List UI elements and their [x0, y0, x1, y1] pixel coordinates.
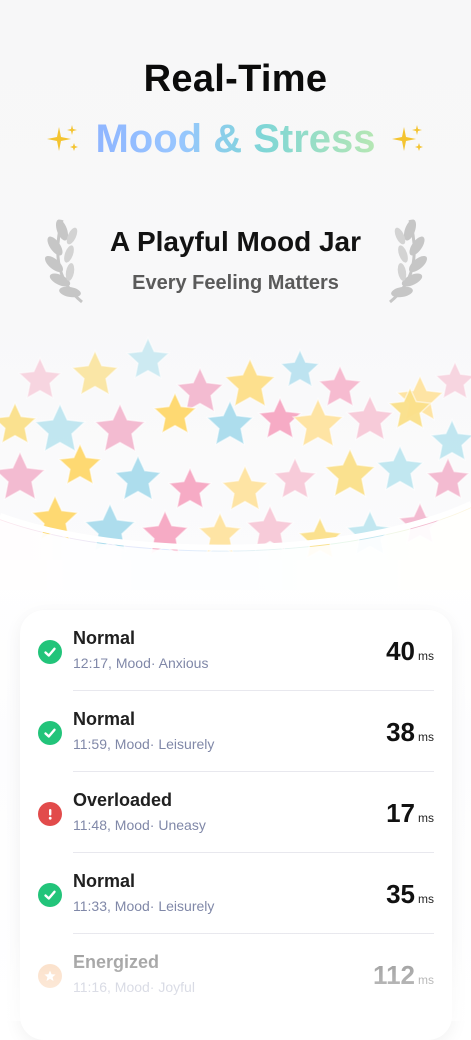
jar-star [429, 418, 471, 462]
list-item-mood: Leisurely [158, 898, 215, 914]
jar-star [17, 356, 63, 400]
list-item-value-number: 112 [373, 960, 415, 990]
list-item-value-number: 40 [386, 636, 415, 666]
list-item[interactable]: Normal 12:17, Mood· Anxious 40 ms [20, 610, 452, 691]
mood-history-card: Normal 12:17, Mood· Anxious 40 ms Normal 11:5… [20, 610, 452, 1040]
list-item-status: Overloaded [73, 790, 173, 810]
sparkle-icon [391, 125, 423, 151]
jar-star [70, 349, 120, 396]
jar-star [167, 466, 213, 510]
jar-star [0, 450, 47, 501]
list-item-value: 38 ms [386, 717, 434, 748]
list-item[interactable]: Energized 11:16, Mood· Joyful 112 ms [20, 934, 452, 1015]
jar-star [375, 444, 425, 491]
list-item-value-unit: ms [418, 892, 434, 906]
list-item-meta: 11:33, Mood· Leisurely [73, 898, 214, 914]
list-item-value: 35 ms [386, 879, 434, 910]
list-item[interactable]: Normal 11:33, Mood· Leisurely 35 ms [20, 853, 452, 934]
list-item-status: Normal [73, 709, 136, 729]
list-item-time: 11:16, [73, 979, 111, 995]
jar-star [279, 348, 321, 388]
jar-star [272, 456, 318, 500]
list-item-value: 17 ms [386, 798, 434, 829]
jar-star [125, 336, 171, 380]
check-circle-icon [38, 883, 62, 907]
check-circle-icon [38, 721, 62, 745]
list-item-time: 11:59, [73, 736, 111, 752]
alert-circle-icon [38, 802, 62, 826]
list-item-value: 40 ms [386, 636, 434, 667]
mood-jar-illustration [0, 330, 471, 590]
list-item-meta: 12:17, Mood· Anxious [73, 655, 208, 671]
sparkle-icon [47, 125, 79, 151]
list-item-mood-label: Mood· [114, 979, 155, 995]
list-item-meta: 11:59, Mood· Leisurely [73, 736, 214, 752]
list-item-meta: 11:16, Mood· Joyful [73, 979, 195, 995]
list-item-value-unit: ms [418, 649, 434, 663]
list-item-time: 11:33, [73, 898, 111, 914]
jar-star [175, 366, 225, 413]
list-item-status: Normal [73, 871, 136, 891]
jar-star [291, 397, 345, 448]
list-item-time: 12:17, [73, 655, 112, 671]
jar-star [93, 402, 147, 453]
list-item-value-number: 38 [386, 717, 415, 747]
jar-star [425, 456, 471, 500]
hero-title: Real-Time [143, 58, 328, 100]
jar-star [0, 401, 38, 445]
award-banner: A Playful Mood Jar Every Feeling Matters [0, 212, 471, 312]
list-item-value-unit: ms [418, 811, 434, 825]
mood-jar-stars [0, 336, 471, 590]
list-item-time: 11:48, [73, 817, 111, 833]
jar-star [223, 357, 277, 408]
list-item-status: Normal [73, 628, 136, 648]
list-item-mood: Joyful [158, 979, 195, 995]
list-item-status: Energized [73, 952, 160, 972]
list-item-value-number: 17 [386, 798, 415, 828]
list-item-mood: Leisurely [158, 736, 215, 752]
list-item-mood-label: Mood· [114, 736, 155, 752]
list-item-value-unit: ms [418, 973, 434, 987]
jar-star [345, 394, 395, 441]
hero-subtitle: Mood & Stress [95, 116, 376, 161]
laurel-right-icon [389, 219, 428, 304]
list-item-meta: 11:48, Mood· Uneasy [73, 817, 206, 833]
list-item-mood: Uneasy [158, 817, 206, 833]
list-item-mood-label: Mood· [114, 898, 155, 914]
check-circle-icon [38, 640, 62, 664]
star-circle-icon [38, 964, 62, 988]
list-item-mood: Anxious [158, 655, 209, 671]
list-item-value: 112 ms [373, 960, 434, 991]
jar-star [57, 442, 103, 486]
jar-star [33, 402, 87, 453]
list-item-mood-label: Mood· [114, 817, 155, 833]
list-item[interactable]: Overloaded 11:48, Mood· Uneasy 17 ms [20, 772, 452, 853]
list-item[interactable]: Normal 11:59, Mood· Leisurely 38 ms [20, 691, 452, 772]
jar-star [113, 454, 163, 501]
jar-star [220, 464, 270, 511]
jar-star [317, 364, 363, 408]
hero-subtitle-row: Mood & Stress [0, 114, 471, 164]
list-item-value-number: 35 [386, 879, 415, 909]
jar-star [323, 447, 377, 498]
list-item-mood-label: Mood· [115, 655, 156, 671]
list-item-value-unit: ms [418, 730, 434, 744]
